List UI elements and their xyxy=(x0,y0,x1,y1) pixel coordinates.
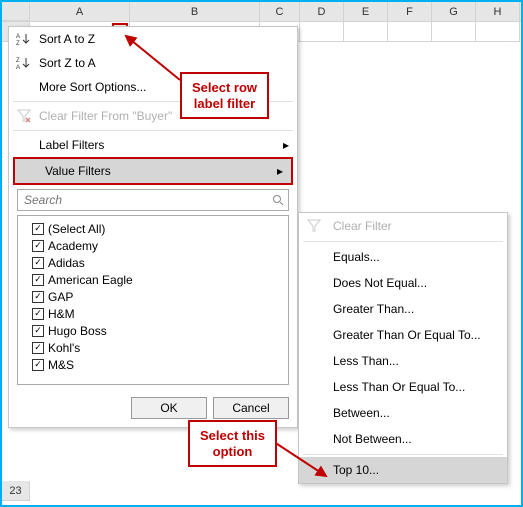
cancel-button[interactable]: Cancel xyxy=(213,397,289,419)
menu-label: Less Than Or Equal To... xyxy=(333,380,465,394)
check-select-all[interactable]: (Select All) xyxy=(22,220,284,237)
check-item[interactable]: Kohl's xyxy=(22,339,284,356)
svg-text:Z: Z xyxy=(16,58,20,64)
menu-label: Value Filters xyxy=(45,164,111,178)
ok-button[interactable]: OK xyxy=(131,397,207,419)
col-header-f[interactable]: F xyxy=(388,2,432,21)
menu-label: Greater Than... xyxy=(333,302,414,316)
check-item[interactable]: Hugo Boss xyxy=(22,322,284,339)
row-23: 23 xyxy=(2,481,30,501)
submenu-equals[interactable]: Equals... xyxy=(299,244,507,270)
search-input[interactable] xyxy=(18,193,268,207)
submenu-not-equal[interactable]: Does Not Equal... xyxy=(299,270,507,296)
checkbox-icon[interactable] xyxy=(32,223,44,235)
label-filters[interactable]: Label Filters ▸ xyxy=(9,133,297,157)
col-header-b[interactable]: B xyxy=(130,2,260,21)
submenu-greater-than[interactable]: Greater Than... xyxy=(299,296,507,322)
cell-d1[interactable] xyxy=(300,22,344,42)
menu-label: Sort Z to A xyxy=(39,56,96,70)
chevron-right-icon: ▸ xyxy=(277,164,283,178)
menu-label: Sort A to Z xyxy=(39,32,95,46)
cell-h1[interactable] xyxy=(476,22,520,42)
check-item[interactable]: M&S xyxy=(22,356,284,373)
check-label: Kohl's xyxy=(48,341,80,355)
menu-label: Less Than... xyxy=(333,354,399,368)
col-header-d[interactable]: D xyxy=(300,2,344,21)
check-label: (Select All) xyxy=(48,222,105,236)
clear-filter-icon xyxy=(15,109,33,123)
search-icon xyxy=(268,194,288,206)
check-item[interactable]: Academy xyxy=(22,237,284,254)
menu-separator xyxy=(303,241,503,242)
col-header-g[interactable]: G xyxy=(432,2,476,21)
check-label: GAP xyxy=(48,290,73,304)
check-label: Hugo Boss xyxy=(48,324,107,338)
menu-label: Label Filters xyxy=(39,138,104,152)
checkbox-icon[interactable] xyxy=(32,359,44,371)
submenu-between[interactable]: Between... xyxy=(299,400,507,426)
menu-label: Does Not Equal... xyxy=(333,276,427,290)
col-header-c[interactable]: C xyxy=(260,2,300,21)
menu-label: Greater Than Or Equal To... xyxy=(333,328,481,342)
check-item[interactable]: American Eagle xyxy=(22,271,284,288)
filter-search[interactable] xyxy=(17,189,289,211)
checkbox-icon[interactable] xyxy=(32,308,44,320)
svg-text:A: A xyxy=(16,65,20,70)
chevron-right-icon: ▸ xyxy=(283,138,289,152)
menu-separator xyxy=(13,130,293,131)
sort-desc-icon: ZA xyxy=(15,56,33,70)
checkbox-icon[interactable] xyxy=(32,342,44,354)
sort-asc-icon: AZ xyxy=(15,32,33,46)
col-header-e[interactable]: E xyxy=(344,2,388,21)
annotation-callout-2: Select this option xyxy=(188,420,277,467)
cell-g1[interactable] xyxy=(432,22,476,42)
select-all-corner[interactable] xyxy=(2,2,30,21)
submenu-less-than[interactable]: Less Than... xyxy=(299,348,507,374)
svg-text:A: A xyxy=(16,34,20,40)
menu-label: Clear Filter xyxy=(333,219,392,233)
clear-filter-icon xyxy=(305,219,323,233)
col-header-h[interactable]: H xyxy=(476,2,520,21)
svg-text:Z: Z xyxy=(16,41,20,46)
menu-label: Not Between... xyxy=(333,432,412,446)
submenu-greater-equal[interactable]: Greater Than Or Equal To... xyxy=(299,322,507,348)
menu-label: Equals... xyxy=(333,250,380,264)
column-header-row: A B C D E F G H xyxy=(2,2,521,22)
check-label: H&M xyxy=(48,307,75,321)
check-item[interactable]: GAP xyxy=(22,288,284,305)
check-label: American Eagle xyxy=(48,273,133,287)
check-label: Academy xyxy=(48,239,98,253)
check-label: Adidas xyxy=(48,256,85,270)
menu-label: Between... xyxy=(333,406,390,420)
checkbox-icon[interactable] xyxy=(32,240,44,252)
filter-checklist[interactable]: (Select All) Academy Adidas American Eag… xyxy=(17,215,289,385)
menu-label: Clear Filter From "Buyer" xyxy=(39,109,172,123)
check-label: M&S xyxy=(48,358,74,372)
value-filters[interactable]: Value Filters ▸ xyxy=(15,159,291,183)
checkbox-icon[interactable] xyxy=(32,257,44,269)
col-header-a[interactable]: A xyxy=(30,2,130,21)
submenu-less-equal[interactable]: Less Than Or Equal To... xyxy=(299,374,507,400)
row-header-23[interactable]: 23 xyxy=(2,481,30,501)
checkbox-icon[interactable] xyxy=(32,325,44,337)
checkbox-icon[interactable] xyxy=(32,291,44,303)
check-item[interactable]: H&M xyxy=(22,305,284,322)
check-item[interactable]: Adidas xyxy=(22,254,284,271)
menu-label: Top 10... xyxy=(333,463,379,477)
checkbox-icon[interactable] xyxy=(32,274,44,286)
cell-e1[interactable] xyxy=(344,22,388,42)
submenu-clear-filter: Clear Filter xyxy=(299,213,507,239)
cell-f1[interactable] xyxy=(388,22,432,42)
annotation-callout-1: Select row label filter xyxy=(180,72,269,119)
